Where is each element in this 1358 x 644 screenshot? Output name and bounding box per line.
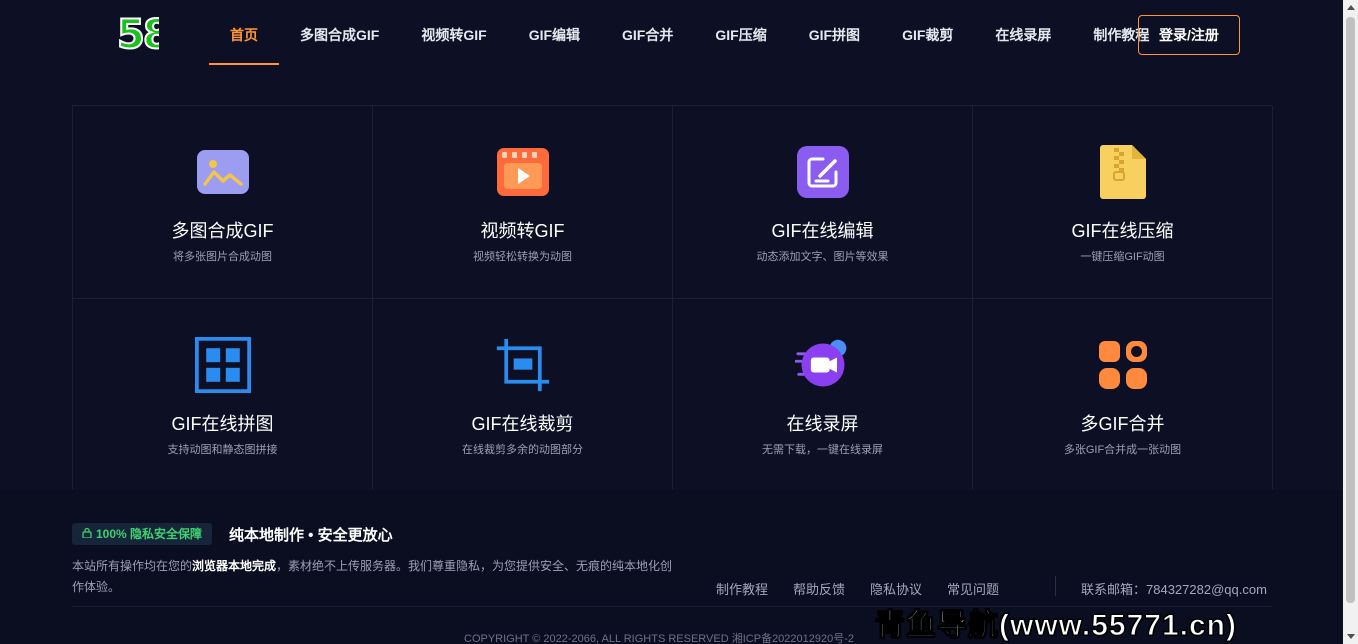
tool-desc: 支持动图和静态图拼接	[167, 444, 278, 456]
footer-slogan: 纯本地制作 • 安全更放心	[229, 527, 393, 544]
contact-email-link[interactable]: 784327282@qq.com	[1146, 582, 1267, 597]
tool-grid: 多图合成GIF 将多张图片合成动图 视频转GIF 视频轻松转换为动图 GIF在线…	[72, 105, 1273, 492]
tool-title: 多图合成GIF	[171, 221, 274, 241]
tool-desc: 在线裁剪多余的动图部分	[462, 444, 583, 456]
watermark-text: 青鱼导航(www.55771.cn)	[875, 609, 1237, 643]
tool-title: GIF在线裁剪	[471, 414, 574, 434]
edit-icon	[795, 144, 851, 200]
top-header: 58 首页 多图合成GIF 视频转GIF GIF编辑 GIF合并 GIF压缩 G…	[0, 0, 1343, 70]
footer-links: 制作教程 帮助反馈 隐私协议 常见问题	[716, 579, 999, 598]
tool-card-screen-record[interactable]: 在线录屏 无需下载，一键在线录屏	[673, 299, 973, 492]
tool-desc: 视频轻松转换为动图	[473, 251, 572, 263]
tool-title: 视频转GIF	[480, 221, 565, 241]
tool-title: 多GIF合并	[1080, 414, 1165, 434]
tool-title: GIF在线编辑	[771, 221, 874, 241]
privacy-statement: 本站所有操作均在您的浏览器本地完成，素材绝不上传服务器。我们尊重隐私，为您提供安…	[72, 556, 677, 598]
contact-label: 联系邮箱：	[1081, 582, 1147, 597]
nav-item-gif-puzzle[interactable]: GIF拼图	[788, 0, 881, 70]
image-icon	[195, 144, 251, 200]
contact-info: 联系邮箱：784327282@qq.com	[1081, 579, 1267, 598]
tool-desc: 无需下载，一键在线录屏	[762, 444, 883, 456]
privacy-bold: 浏览器本地完成	[192, 559, 277, 573]
nav-item-home[interactable]: 首页	[209, 0, 279, 70]
vertical-scrollbar[interactable]	[1343, 0, 1358, 644]
tool-desc: 将多张图片合成动图	[173, 251, 272, 263]
tool-card-gif-edit[interactable]: GIF在线编辑 动态添加文字、图片等效果	[673, 106, 973, 299]
tool-title: GIF在线压缩	[1071, 221, 1174, 241]
nav-item-gif-compress[interactable]: GIF压缩	[694, 0, 787, 70]
tool-desc: 动态添加文字、图片等效果	[756, 251, 889, 263]
tool-desc: 一键压缩GIF动图	[1080, 251, 1165, 263]
footer-link-faq[interactable]: 常见问题	[947, 579, 999, 598]
privacy-badge: 100% 隐私安全保障	[72, 523, 213, 545]
crop-icon	[495, 337, 551, 393]
tool-title: 在线录屏	[786, 414, 859, 434]
nav-item-screen-record[interactable]: 在线录屏	[974, 0, 1072, 70]
tool-card-multi-image-gif[interactable]: 多图合成GIF 将多张图片合成动图	[73, 106, 373, 299]
footer-link-feedback[interactable]: 帮助反馈	[793, 579, 845, 598]
copyright-text: COPYRIGHT © 2022-2066, ALL RIGHTS RESERV…	[464, 633, 855, 644]
nav-item-video-to-gif[interactable]: 视频转GIF	[400, 0, 507, 70]
nav-item-gif-edit[interactable]: GIF编辑	[508, 0, 601, 70]
tool-card-video-to-gif[interactable]: 视频转GIF 视频轻松转换为动图	[373, 106, 673, 299]
logo-text: 58	[117, 17, 159, 53]
lock-icon	[82, 523, 92, 545]
tool-card-gif-compress[interactable]: GIF在线压缩 一键压缩GIF动图	[973, 106, 1273, 299]
scroll-up-arrow-icon[interactable]	[1347, 5, 1355, 10]
tool-desc: 多张GIF合并成一张动图	[1063, 444, 1182, 456]
nav-item-gif-merge[interactable]: GIF合并	[601, 0, 694, 70]
main-nav: 首页 多图合成GIF 视频转GIF GIF编辑 GIF合并 GIF压缩 GIF拼…	[209, 0, 1170, 70]
footer-link-tutorial[interactable]: 制作教程	[716, 579, 768, 598]
scrollbar-thumb[interactable]	[1346, 17, 1355, 603]
footer-divider	[1055, 576, 1056, 596]
privacy-badge-text: 100% 隐私安全保障	[96, 527, 203, 541]
merge-icon	[1095, 337, 1151, 393]
privacy-prefix: 本站所有操作均在您的	[72, 559, 193, 573]
tool-title: GIF在线拼图	[171, 414, 274, 434]
nav-item-gif-crop[interactable]: GIF裁剪	[881, 0, 974, 70]
site-logo[interactable]: 58	[117, 17, 159, 53]
video-play-icon	[495, 144, 551, 200]
zip-file-icon	[1095, 144, 1151, 200]
login-register-button[interactable]: 登录/注册	[1138, 15, 1240, 55]
grid-icon	[195, 337, 251, 393]
tool-card-gif-merge[interactable]: 多GIF合并 多张GIF合并成一张动图	[973, 299, 1273, 492]
screen-record-icon	[795, 337, 851, 393]
nav-item-multi-image-gif[interactable]: 多图合成GIF	[279, 0, 400, 70]
tool-card-gif-puzzle[interactable]: GIF在线拼图 支持动图和静态图拼接	[73, 299, 373, 492]
footer-link-privacy[interactable]: 隐私协议	[870, 579, 922, 598]
tool-card-gif-crop[interactable]: GIF在线裁剪 在线裁剪多余的动图部分	[373, 299, 673, 492]
scroll-down-arrow-icon[interactable]	[1347, 634, 1355, 639]
